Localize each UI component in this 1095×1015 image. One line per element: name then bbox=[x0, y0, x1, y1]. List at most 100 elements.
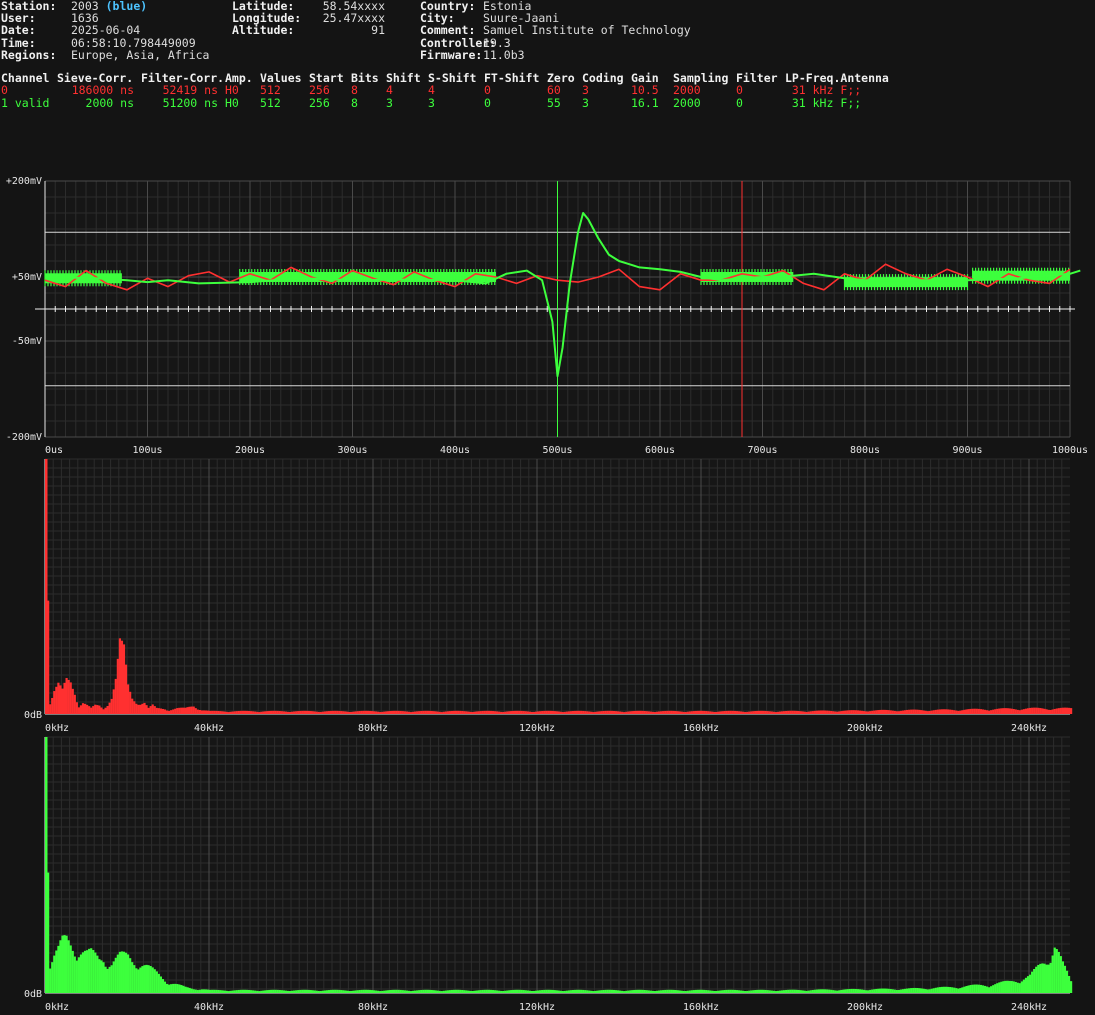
spectrum-bar bbox=[875, 710, 878, 714]
spectrum-bar bbox=[516, 989, 519, 993]
spectrum-bar bbox=[776, 711, 780, 714]
spectrum-bar bbox=[512, 710, 515, 714]
spectrum-bar bbox=[71, 950, 74, 993]
spectrum-bar bbox=[98, 705, 101, 714]
spectrum-bar bbox=[86, 950, 89, 993]
spectrum-bar bbox=[428, 989, 431, 993]
spectrum-bar bbox=[776, 990, 780, 993]
spectrum-bar bbox=[124, 664, 128, 714]
spectrum-bar bbox=[418, 711, 421, 714]
spectrum-bar bbox=[215, 710, 218, 714]
spectrum-bar bbox=[1031, 971, 1034, 993]
spectrum-bar bbox=[928, 989, 931, 993]
spectrum-bar bbox=[940, 709, 944, 714]
spectrum-bar bbox=[510, 990, 513, 993]
spectrum-bar bbox=[280, 711, 283, 714]
spectrum-bar bbox=[475, 711, 478, 714]
spectrum-bar bbox=[787, 989, 790, 993]
spectrum-bar bbox=[340, 711, 343, 714]
spectrum-bar bbox=[373, 990, 376, 993]
spectrum-bar bbox=[664, 710, 667, 714]
spectrum-bar bbox=[959, 710, 962, 714]
spectrum-bar bbox=[602, 710, 605, 714]
spectrum-bar bbox=[504, 711, 507, 714]
spectrum-bar bbox=[104, 707, 107, 714]
spectrum-bar bbox=[370, 711, 374, 714]
spectrum-bar bbox=[670, 989, 673, 993]
spectrum-bar bbox=[756, 710, 759, 714]
spectrum-bar bbox=[108, 966, 111, 993]
spectrum-bar bbox=[407, 990, 411, 993]
spectrum-bar bbox=[477, 990, 480, 993]
spectrum-bar bbox=[436, 990, 439, 993]
spectrum-bar bbox=[537, 711, 540, 714]
spectrum-bar bbox=[75, 960, 78, 993]
spectrum-bar bbox=[545, 710, 548, 714]
spectrum-bar bbox=[299, 989, 302, 993]
spectrum-bar bbox=[653, 991, 657, 993]
spectrum-bar bbox=[920, 988, 923, 993]
spectrum-bar bbox=[672, 710, 675, 714]
spectrum-bar bbox=[342, 990, 345, 993]
spectrum-bar bbox=[188, 987, 191, 993]
spectrum-bar bbox=[955, 710, 958, 714]
spectrum-bar bbox=[498, 711, 501, 714]
spectrum-bar bbox=[120, 951, 124, 993]
spectrum-bar bbox=[793, 710, 796, 714]
spectrum-bar bbox=[973, 708, 976, 714]
x-tick-label: 0kHz bbox=[45, 1002, 69, 1013]
spectrum-bar bbox=[131, 962, 134, 993]
spectrum-bar bbox=[569, 990, 572, 993]
spectrum-bar bbox=[772, 990, 775, 993]
spectrum-bar bbox=[553, 711, 556, 714]
spectrum-bar bbox=[709, 711, 712, 714]
spectrum-bar bbox=[733, 989, 736, 993]
spectrum-bar bbox=[440, 712, 443, 714]
spectrum-bar bbox=[485, 710, 488, 714]
spectrum-bar bbox=[426, 989, 429, 993]
spectrum-bar bbox=[266, 711, 269, 714]
spectrum-bar bbox=[631, 990, 634, 993]
spectrum-bar bbox=[754, 711, 757, 714]
spectrum-bar bbox=[637, 710, 640, 714]
spectrum-bar bbox=[424, 710, 427, 714]
spectrum-bar bbox=[922, 710, 925, 714]
spectrum-bar bbox=[508, 990, 511, 993]
spectrum-bar bbox=[977, 984, 980, 993]
spectrum-bar bbox=[47, 600, 50, 714]
spectrum-bar bbox=[317, 711, 320, 714]
spectrum-bar bbox=[241, 710, 244, 714]
spectrum-bar bbox=[903, 988, 907, 993]
spectrum-bar bbox=[725, 710, 728, 714]
spectrum-bar bbox=[245, 989, 249, 993]
spectrum-bar bbox=[760, 710, 763, 714]
spectrum-bar bbox=[817, 710, 821, 714]
spectrum-bar bbox=[867, 711, 870, 714]
spectrum-bar bbox=[102, 709, 105, 714]
spectrum-bar bbox=[487, 710, 490, 714]
spectrum-bar bbox=[49, 968, 52, 993]
spectrum-bar bbox=[250, 990, 253, 993]
spectrum-bar bbox=[608, 989, 611, 993]
spectrum-bar bbox=[955, 988, 958, 993]
spectrum-bar bbox=[291, 990, 294, 993]
spectrum-bar bbox=[1016, 982, 1019, 993]
spectrum-bar bbox=[895, 711, 898, 714]
spectrum-bar bbox=[414, 711, 417, 714]
spectrum-bar bbox=[592, 712, 595, 714]
spectrum-bar bbox=[358, 990, 361, 993]
spectrum-bar bbox=[901, 989, 905, 993]
spectrum-bar bbox=[799, 711, 802, 714]
spectrum-bar bbox=[100, 707, 103, 714]
spectrum-bar bbox=[368, 989, 372, 993]
spectrum-bar bbox=[336, 989, 339, 993]
spectrum-bar bbox=[516, 710, 519, 714]
spectrum-bar bbox=[94, 952, 97, 993]
x-tick-label: 100us bbox=[132, 445, 162, 456]
spectrum-bar bbox=[824, 710, 827, 714]
spectrum-bar bbox=[268, 710, 271, 714]
spectrum-bar bbox=[729, 710, 732, 714]
spectrum-bar bbox=[227, 991, 230, 993]
spectrum-bar bbox=[557, 711, 560, 714]
spectrum-bar bbox=[411, 711, 415, 714]
